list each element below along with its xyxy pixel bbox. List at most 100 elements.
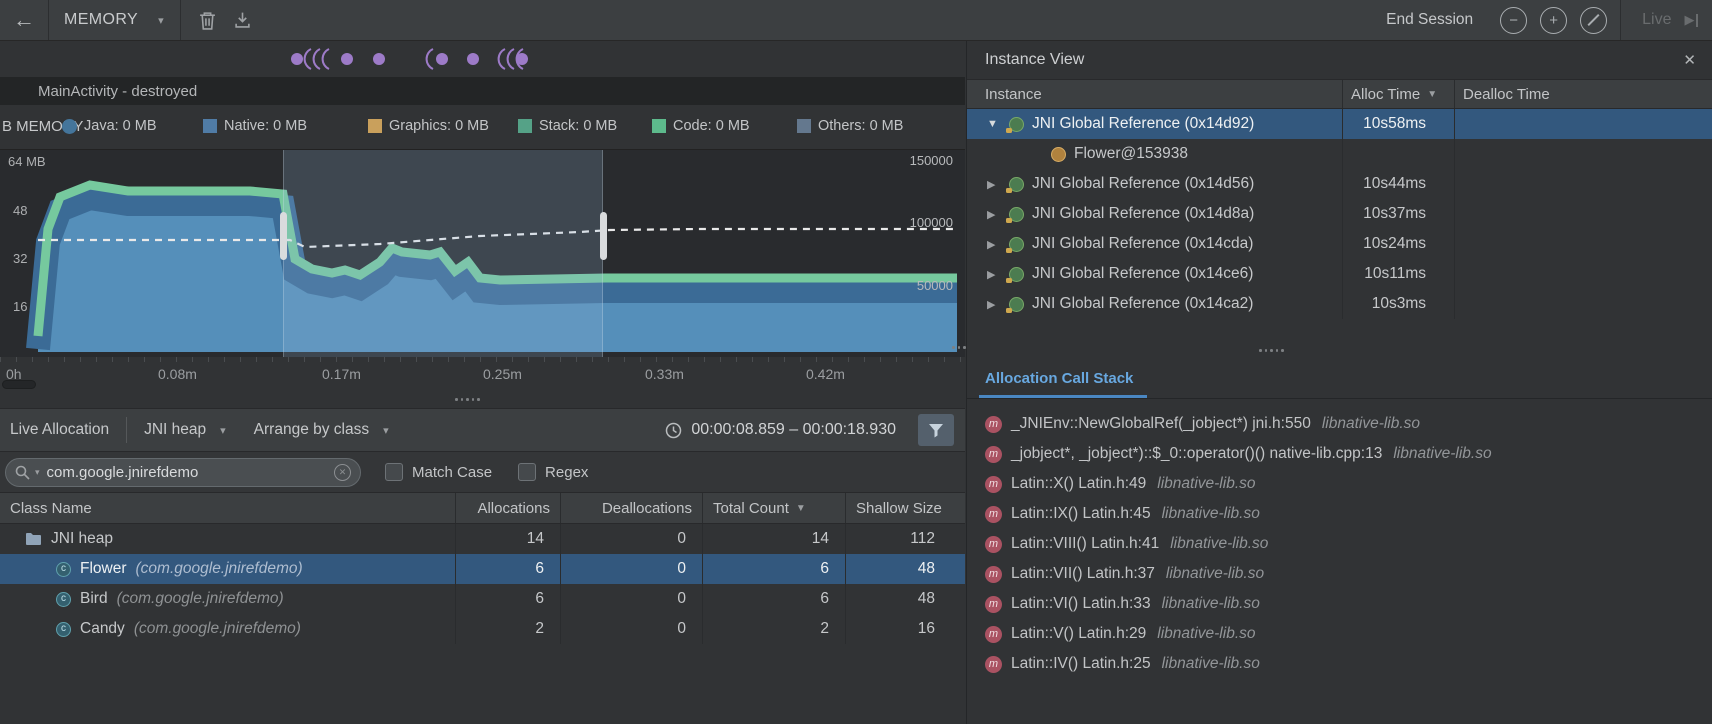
method-icon [985,476,1002,493]
regex-label: Regex [545,464,588,481]
chevron-down-icon[interactable]: ▾ [158,14,164,27]
back-button[interactable]: ← [0,7,48,33]
expand-closed-icon[interactable]: ▶ [987,178,1001,191]
timeline-scrollbar[interactable] [2,380,36,389]
instance-row[interactable]: ▶ JNI Global Reference (0x14ce6) 10s11ms [967,259,1712,289]
stack-frame[interactable]: Latin::IX() Latin.h:45libnative-lib.so [967,499,1712,529]
memory-timeline-chart[interactable]: 64 MB 48 32 16 150000 100000 50000 [0,149,965,357]
legend-label: Others: 0 MB [818,118,903,134]
stack-legend-chip [518,119,532,133]
filter-button[interactable] [918,414,954,446]
export-session-button[interactable] [234,11,251,29]
expand-closed-icon[interactable]: ▶ [987,208,1001,221]
legend-label: Java: 0 MB [84,118,157,134]
reset-zoom-button[interactable] [1580,7,1607,34]
stack-frame[interactable]: Latin::VIII() Latin.h:41libnative-lib.so [967,529,1712,559]
dealloc-time-value [1454,109,1712,139]
zoom-in-button[interactable]: + [1540,7,1567,34]
instance-table: ▼ JNI Global Reference (0x14d92) 10s58ms… [967,109,1712,319]
x-tick: 0.42m [806,366,845,382]
live-button[interactable]: Live [1642,11,1671,29]
selection-handle-left[interactable] [280,212,287,260]
clock-icon [665,422,682,439]
total-count-value: 6 [702,584,845,614]
class-package: (com.google.jnirefdemo) [117,590,284,608]
touch-event-icon [467,53,479,65]
instance-label: JNI Global Reference (0x14ce6) [1032,265,1253,283]
column-alloc-time[interactable]: Alloc Time▼ [1342,80,1454,108]
column-shallow-size[interactable]: Shallow Size [845,493,965,523]
arrange-select[interactable]: Arrange by class ▾ [254,421,389,439]
instance-row[interactable]: ▶ JNI Global Reference (0x14cda) 10s24ms [967,229,1712,259]
table-row-selected[interactable]: Flower (com.google.jnirefdemo) 6 0 6 48 [0,554,965,584]
instance-child-row[interactable]: Flower@153938 [967,139,1712,169]
stack-frame[interactable]: Latin::IV() Latin.h:25libnative-lib.so [967,649,1712,679]
stack-frame[interactable]: _jobject*, _jobject*)::$_0::operator()()… [967,439,1712,469]
instance-row-selected[interactable]: ▼ JNI Global Reference (0x14d92) 10s58ms [967,109,1712,139]
horizontal-splitter-grip[interactable] [455,398,480,401]
search-history-icon[interactable]: ▾ [35,467,40,478]
table-row[interactable]: Bird (com.google.jnirefdemo) 6 0 6 48 [0,584,965,614]
zoom-out-button[interactable]: − [1500,7,1527,34]
allocations-value: 14 [455,524,560,554]
table-row[interactable]: JNI heap 14 0 14 112 [0,524,965,554]
method-icon [985,416,1002,433]
y-tick: 32 [13,251,27,266]
shallow-size-value: 48 [845,554,965,584]
instance-row[interactable]: ▶ JNI Global Reference (0x14d8a) 10s37ms [967,199,1712,229]
instance-row[interactable]: ▶ JNI Global Reference (0x14ca2) 10s3ms [967,289,1712,319]
stack-frame[interactable]: Latin::VI() Latin.h:33libnative-lib.so [967,589,1712,619]
expand-closed-icon[interactable]: ▶ [987,268,1001,281]
frame-lib: libnative-lib.so [1157,625,1255,643]
column-instance[interactable]: Instance [967,80,1342,108]
play-bar-icon [1696,14,1699,27]
time-axis: 0h 0.08m 0.17m 0.25m 0.33m 0.42m [0,357,965,393]
stack-frame[interactable]: _JNIEnv::NewGlobalRef(_jobject*) jni.h:5… [967,409,1712,439]
expand-open-icon[interactable]: ▼ [987,118,1001,130]
jni-reference-icon [1009,117,1024,132]
search-row: ▾ ✕ Match Case Regex [0,452,965,492]
match-case-checkbox[interactable] [385,463,403,481]
stack-frame[interactable]: Latin::X() Latin.h:49libnative-lib.so [967,469,1712,499]
search-box[interactable]: ▾ ✕ [5,458,361,487]
end-session-button[interactable]: End Session [1386,11,1473,29]
search-input[interactable] [45,463,329,482]
deallocations-value: 0 [560,524,702,554]
column-class-name[interactable]: Class Name [0,493,455,523]
stack-frame[interactable]: Latin::VII() Latin.h:37libnative-lib.so [967,559,1712,589]
tab-allocation-call-stack[interactable]: Allocation Call Stack [985,370,1133,387]
chevron-down-icon: ▾ [220,424,226,437]
frame-text: Latin::V() Latin.h:29 [1011,625,1146,643]
delete-session-button[interactable] [199,11,216,30]
frame-lib: libnative-lib.so [1166,565,1264,583]
stack-frame[interactable]: Latin::V() Latin.h:29 libnative-lib.so [967,619,1712,649]
x-tick: 0.33m [645,366,684,382]
touch-event-icon [341,53,353,65]
instance-label: JNI Global Reference (0x14d8a) [1032,205,1254,223]
selection-handle-right[interactable] [600,212,607,260]
regex-checkbox[interactable] [518,463,536,481]
x-tick: 0.17m [322,366,361,382]
column-deallocations[interactable]: Deallocations [560,493,702,523]
range-selection[interactable] [283,150,603,357]
y-tick-right: 100000 [910,215,953,230]
clear-search-button[interactable]: ✕ [334,464,351,481]
expand-closed-icon[interactable]: ▶ [987,238,1001,251]
expand-closed-icon[interactable]: ▶ [987,298,1001,311]
method-icon [985,656,1002,673]
memory-legend: B MEMORY Java: 0 MB Native: 0 MB Graphic… [0,105,965,149]
profiler-select[interactable]: MEMORY [64,11,138,29]
class-name: Flower [80,560,127,578]
instance-label: JNI Global Reference (0x14ca2) [1032,295,1253,313]
column-total-count[interactable]: Total Count▼ [702,493,845,523]
close-icon[interactable]: ✕ [1683,51,1696,69]
column-dealloc-time[interactable]: Dealloc Time [1454,80,1712,108]
table-row[interactable]: Candy (com.google.jnirefdemo) 2 0 2 16 [0,614,965,644]
column-allocations[interactable]: Allocations [455,493,560,523]
heap-select[interactable]: JNI heap ▾ [144,421,226,439]
instance-row[interactable]: ▶ JNI Global Reference (0x14d56) 10s44ms [967,169,1712,199]
class-package: (com.google.jnirefdemo) [136,560,303,578]
skip-to-end-button[interactable]: ▶ [1685,12,1699,28]
callstack-splitter-grip[interactable] [1259,349,1284,352]
dealloc-time-value [1454,259,1712,289]
